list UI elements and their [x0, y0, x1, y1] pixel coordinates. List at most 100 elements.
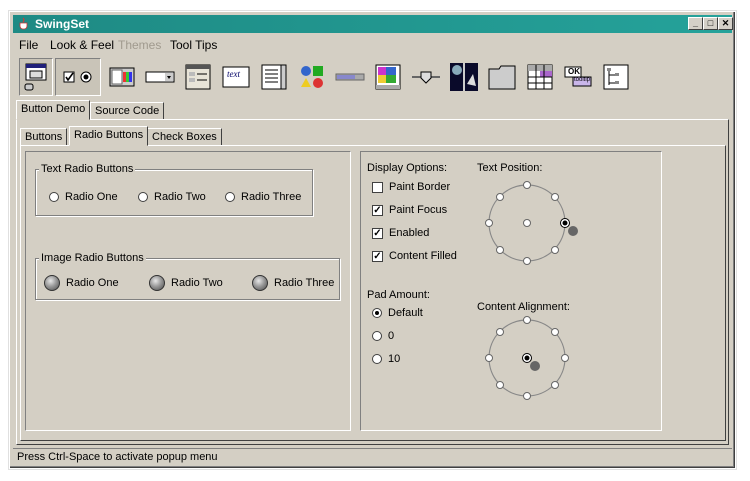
toolbar: text OK tooltip [13, 56, 732, 106]
radio-label: Radio One [66, 277, 119, 289]
frame-demo-icon [24, 63, 47, 91]
checkbox-box [372, 181, 383, 193]
tabbed-pane-icon [488, 65, 516, 90]
radio-circle [372, 354, 382, 364]
minimize-button[interactable]: _ [688, 17, 703, 30]
tab-radio-buttons[interactable]: Radio Buttons [69, 126, 149, 146]
display-options-title: Display Options: [367, 162, 448, 174]
menu-themes[interactable]: Themes [118, 38, 161, 52]
status-text: Press Ctrl-Space to activate popup menu [17, 451, 218, 463]
radio-label: Radio One [65, 191, 118, 203]
checkbox-label: Paint Focus [389, 204, 448, 216]
checkbox-label: Paint Border [389, 181, 451, 193]
radio-circle [138, 192, 148, 202]
table-icon [527, 64, 553, 90]
radio-label: 10 [388, 353, 401, 365]
text-position-title: Text Position: [477, 162, 543, 174]
paint-border-checkbox[interactable]: Paint Border [372, 181, 450, 193]
file-chooser-button[interactable] [181, 58, 215, 96]
menu-look-feel[interactable]: Look & Feel [50, 38, 114, 52]
checkbox-box: ✓ [372, 227, 383, 239]
scroll-pane-icon [375, 64, 401, 90]
content-alignment-title: Content Alignment: [477, 301, 570, 313]
scroll-pane-button[interactable] [371, 58, 405, 96]
java-cup-icon [19, 17, 28, 30]
slider-icon [412, 71, 440, 84]
slider-button[interactable] [409, 58, 443, 96]
tab-buttons[interactable]: Buttons [20, 128, 68, 146]
tooltip-button[interactable]: OK tooltip [561, 58, 595, 96]
split-pane-icon [450, 63, 478, 91]
menu-file[interactable]: File [19, 38, 38, 52]
menu-bar: File Look & Feel Themes Tool Tips [13, 36, 732, 54]
text-radio-group-title: Text Radio Buttons [39, 163, 136, 175]
radio-circle [372, 308, 382, 318]
radio-label: Radio Three [241, 191, 302, 203]
option-pane-button[interactable] [295, 58, 329, 96]
radio-label: Default [388, 307, 423, 319]
frame-demo-button[interactable] [19, 58, 53, 96]
list-button[interactable] [257, 58, 291, 96]
image-radio-one[interactable]: Radio One [44, 275, 119, 291]
status-bar: Press Ctrl-Space to activate popup menu [13, 448, 732, 466]
combobox-icon [145, 71, 175, 83]
pad-10-radio[interactable]: 10 [372, 353, 400, 365]
swingset-window: SwingSet _ □ ✕ File Look & Feel Themes T… [9, 11, 736, 469]
text-icon-label: text [227, 69, 240, 79]
content-filled-checkbox[interactable]: ✓ Content Filled [372, 250, 457, 262]
tab-source-code[interactable]: Source Code [90, 102, 165, 120]
title-bar[interactable]: SwingSet _ □ ✕ [13, 15, 733, 33]
pad-amount-title: Pad Amount: [367, 289, 430, 301]
maximize-button[interactable]: □ [703, 17, 718, 30]
tree-icon [603, 64, 629, 90]
color-chooser-icon [109, 67, 135, 87]
radio-checkbox-button[interactable] [55, 58, 101, 96]
window-title: SwingSet [35, 17, 90, 31]
tab-button-demo[interactable]: Button Demo [16, 100, 91, 120]
table-button[interactable] [523, 58, 557, 96]
image-radio-group-title: Image Radio Buttons [39, 252, 146, 264]
close-button[interactable]: ✕ [718, 17, 733, 30]
image-radio-three[interactable]: Radio Three [252, 275, 334, 291]
color-chooser-button[interactable] [105, 58, 139, 96]
progress-bar-icon [335, 73, 365, 81]
radio-checkbox-icon [63, 71, 92, 83]
enabled-checkbox[interactable]: ✓ Enabled [372, 227, 429, 239]
tree-button[interactable] [599, 58, 633, 96]
checkbox-box: ✓ [372, 204, 383, 216]
radio-ball-icon [44, 275, 60, 291]
text-radio-one[interactable]: Radio One [49, 191, 118, 203]
tabbed-pane-button[interactable] [485, 58, 519, 96]
radio-circle [49, 192, 59, 202]
tooltip-label: tooltip [574, 77, 591, 83]
file-chooser-icon [185, 64, 211, 90]
radio-label: Radio Three [274, 277, 335, 289]
radio-ball-icon [252, 275, 268, 291]
image-radio-two[interactable]: Radio Two [149, 275, 223, 291]
radio-circle [225, 192, 235, 202]
radio-ball-icon [149, 275, 165, 291]
text-radio-three[interactable]: Radio Three [225, 191, 301, 203]
radio-circle [372, 331, 382, 341]
option-pane-icon [301, 66, 323, 88]
split-pane-button[interactable] [447, 58, 481, 96]
tab-check-boxes[interactable]: Check Boxes [147, 128, 222, 146]
checkbox-label: Enabled [389, 227, 430, 239]
text-button[interactable]: text [219, 58, 253, 96]
radio-label: 0 [388, 330, 395, 342]
checkbox-box: ✓ [372, 250, 383, 262]
checkbox-label: Content Filled [389, 250, 457, 262]
text-radio-two[interactable]: Radio Two [138, 191, 206, 203]
paint-focus-checkbox[interactable]: ✓ Paint Focus [372, 204, 447, 216]
tooltip-ok-label: OK [568, 67, 580, 76]
radio-label: Radio Two [171, 277, 223, 289]
pad-default-radio[interactable]: Default [372, 307, 423, 319]
text-position-chooser[interactable] [478, 180, 578, 270]
pad-0-radio[interactable]: 0 [372, 330, 394, 342]
menu-tool-tips[interactable]: Tool Tips [170, 38, 217, 52]
content-alignment-chooser[interactable] [478, 315, 578, 405]
radio-label: Radio Two [154, 191, 206, 203]
progress-bar-button[interactable] [333, 58, 367, 96]
combobox-button[interactable] [143, 58, 177, 96]
list-icon [261, 64, 287, 90]
